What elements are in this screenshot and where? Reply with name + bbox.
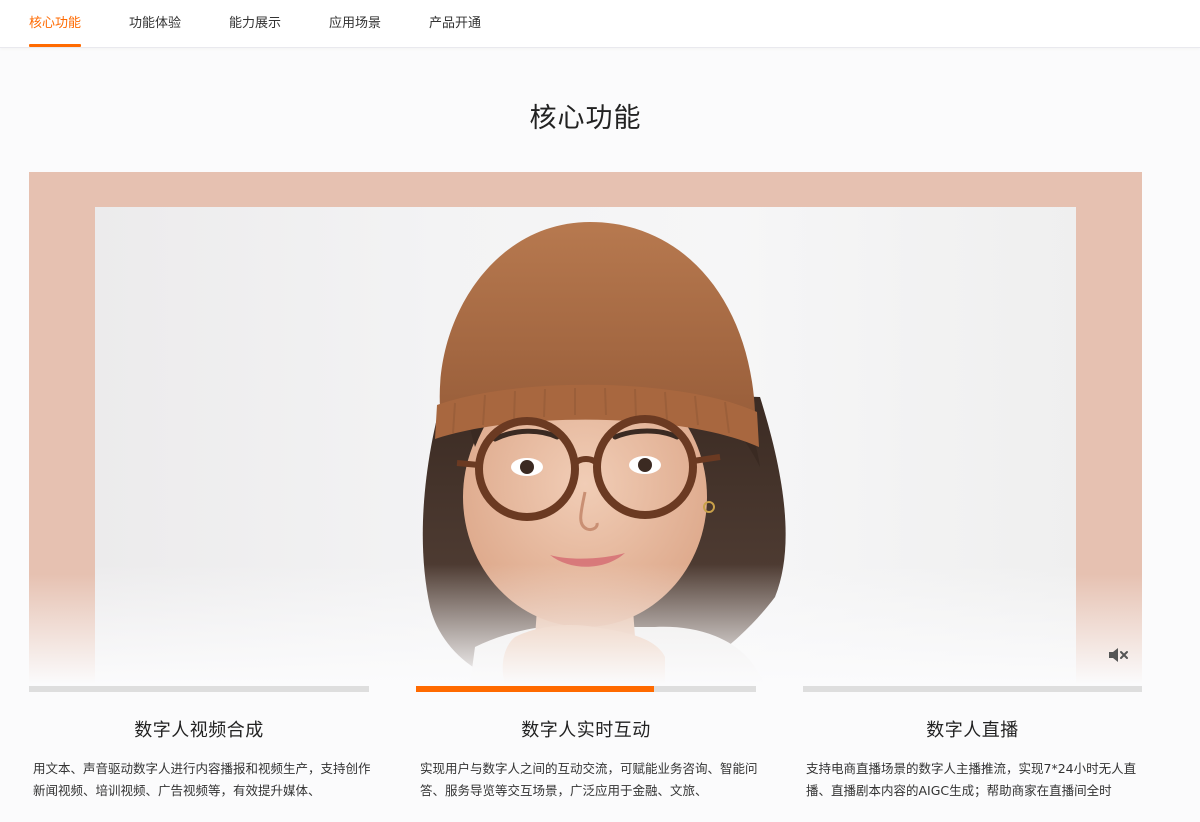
feature-title-realtime-interaction[interactable]: 数字人实时互动 xyxy=(416,716,756,742)
feature-desc-video-synthesis: 用文本、声音驱动数字人进行内容播报和视频生产，支持创作新闻视频、培训视频、广告视… xyxy=(33,761,371,798)
feature-progress-2[interactable] xyxy=(416,686,756,692)
tab-label: 产品开通 xyxy=(429,16,482,31)
top-nav: 核心功能 功能体验 能力展示 应用场景 产品开通 xyxy=(0,0,1200,48)
tab-core-features[interactable]: 核心功能 xyxy=(29,0,82,47)
section-title: 核心功能 xyxy=(529,103,642,134)
active-tab-indicator xyxy=(29,44,82,47)
volume-mute-icon[interactable] xyxy=(1107,645,1131,665)
feature-desc-live-streaming: 支持电商直播场景的数字人主播推流，实现7*24小时无人直播、直播剧本内容的AIG… xyxy=(806,761,1137,798)
feature-title-video-synthesis[interactable]: 数字人视频合成 xyxy=(29,716,369,742)
tab-label: 核心功能 xyxy=(29,16,82,31)
feature-desc-realtime-interaction: 实现用户与数字人之间的互动交流，可赋能业务咨询、智能问答、服务导览等交互场景，广… xyxy=(420,761,758,798)
tab-capability-showcase[interactable]: 能力展示 xyxy=(229,0,281,47)
tab-label: 功能体验 xyxy=(129,16,182,31)
tab-use-cases[interactable]: 应用场景 xyxy=(329,0,381,47)
feature-title-live-streaming[interactable]: 数字人直播 xyxy=(803,716,1142,742)
tab-label: 能力展示 xyxy=(229,16,282,31)
demo-video[interactable] xyxy=(95,207,1076,684)
tab-label: 应用场景 xyxy=(329,16,382,31)
feature-progress-1[interactable] xyxy=(29,686,369,692)
video-bottom-fade xyxy=(95,564,1076,684)
feature-progress-3[interactable] xyxy=(803,686,1142,692)
tab-feature-trial[interactable]: 功能体验 xyxy=(129,0,181,47)
progress-fill xyxy=(416,686,654,692)
tab-product-activation[interactable]: 产品开通 xyxy=(429,0,481,47)
